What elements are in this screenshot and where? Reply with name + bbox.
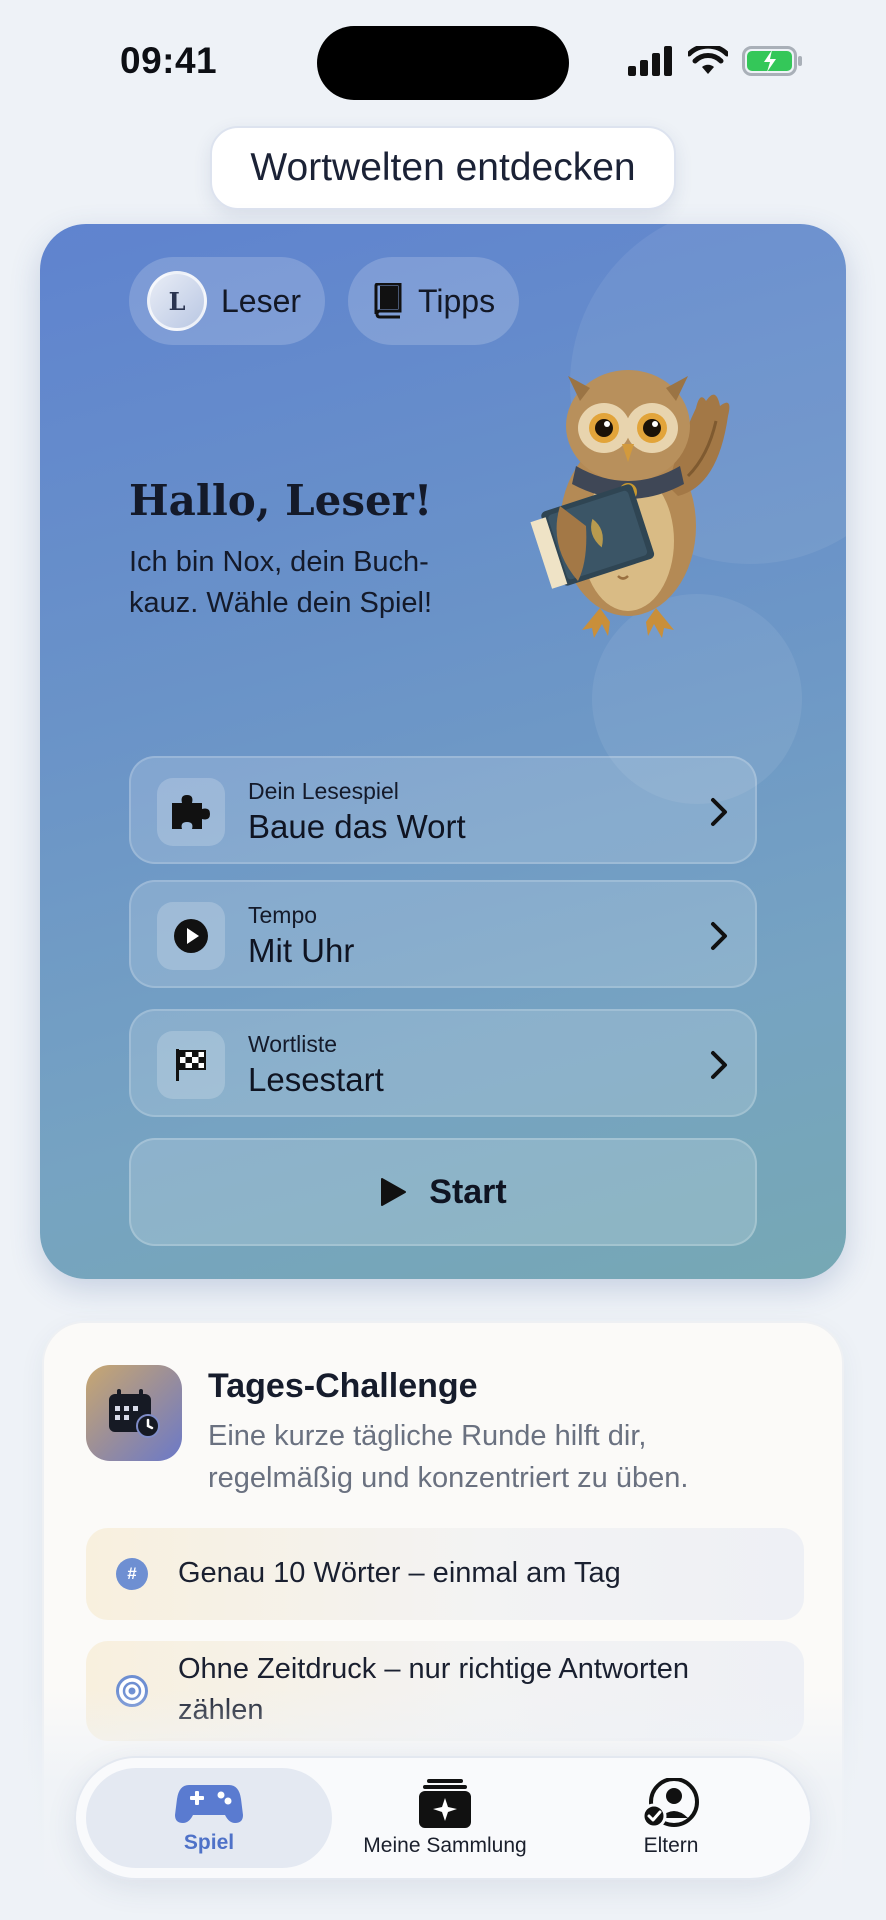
tab-eltern[interactable]: Eltern	[558, 1758, 784, 1878]
play-icon	[381, 1178, 407, 1206]
tab-label: Eltern	[643, 1834, 699, 1857]
profile-chip[interactable]: L Leser	[129, 257, 326, 345]
avatar: L	[147, 271, 207, 331]
play-circle-icon	[157, 902, 225, 970]
wifi-icon	[688, 46, 728, 74]
option-label: Dein Lesespiel	[248, 778, 399, 804]
challenge-description: Eine kurze tägliche Runde hilft dir, reg…	[208, 1420, 689, 1494]
puzzle-icon	[157, 778, 225, 846]
tab-bar: Spiel Meine Sammlung Eltern	[74, 1756, 812, 1880]
cellular-signal-icon	[628, 46, 672, 76]
battery-charging-icon	[742, 46, 802, 76]
gamepad-icon	[175, 1785, 243, 1823]
option-game-mode[interactable]: Dein Lesespiel Baue das Wort	[129, 756, 757, 864]
tab-meine-sammlung[interactable]: Meine Sammlung	[332, 1758, 558, 1878]
tips-button[interactable]: Tipps	[348, 257, 520, 345]
option-value: Mit Uhr	[248, 932, 355, 969]
checkered-flag-icon	[157, 1031, 225, 1099]
dynamic-island	[317, 26, 569, 100]
rule-text: Genau 10 Wörter – einmal am Tag	[178, 1557, 621, 1589]
parent-check-icon	[642, 1778, 699, 1828]
greeting-subtitle: Ich bin Nox, dein Buch-kauz. Wähle dein …	[129, 546, 433, 619]
option-value: Lesestart	[248, 1061, 384, 1098]
option-label: Wortliste	[248, 1031, 338, 1057]
challenge-title: Tages-Challenge	[208, 1367, 478, 1405]
tab-label: Spiel	[183, 1831, 235, 1854]
tab-spiel[interactable]: Spiel	[86, 1758, 332, 1878]
status-time: 09:41	[120, 40, 218, 81]
hero-card: L Leser Tipps Hallo, Leser! Ich bin Nox,…	[40, 224, 846, 1279]
hash-icon: #	[116, 1558, 148, 1590]
chevron-right-icon	[711, 1051, 727, 1079]
collection-sparkle-icon	[419, 1779, 471, 1828]
tab-label: Meine Sammlung	[363, 1834, 527, 1857]
chevron-right-icon	[711, 798, 727, 826]
option-word-list[interactable]: Wortliste Lesestart	[129, 1009, 757, 1117]
challenge-rule: # Genau 10 Wörter – einmal am Tag	[86, 1528, 804, 1620]
option-label: Tempo	[248, 902, 318, 928]
start-label: Start	[429, 1172, 507, 1211]
option-tempo[interactable]: Tempo Mit Uhr	[129, 880, 757, 988]
owl-mascot-icon	[530, 370, 730, 638]
tips-label: Tipps	[418, 282, 496, 319]
page-title: Wortwelten entdecken	[210, 126, 676, 210]
book-icon	[374, 283, 402, 319]
start-button[interactable]: Start	[129, 1138, 757, 1246]
chevron-right-icon	[711, 922, 727, 950]
calendar-clock-icon	[86, 1365, 182, 1461]
profile-name: Leser	[221, 282, 302, 319]
status-bar: 09:41	[0, 0, 886, 120]
greeting-heading: Hallo, Leser!	[129, 476, 433, 525]
status-icons	[628, 44, 804, 78]
option-value: Baue das Wort	[248, 808, 466, 845]
